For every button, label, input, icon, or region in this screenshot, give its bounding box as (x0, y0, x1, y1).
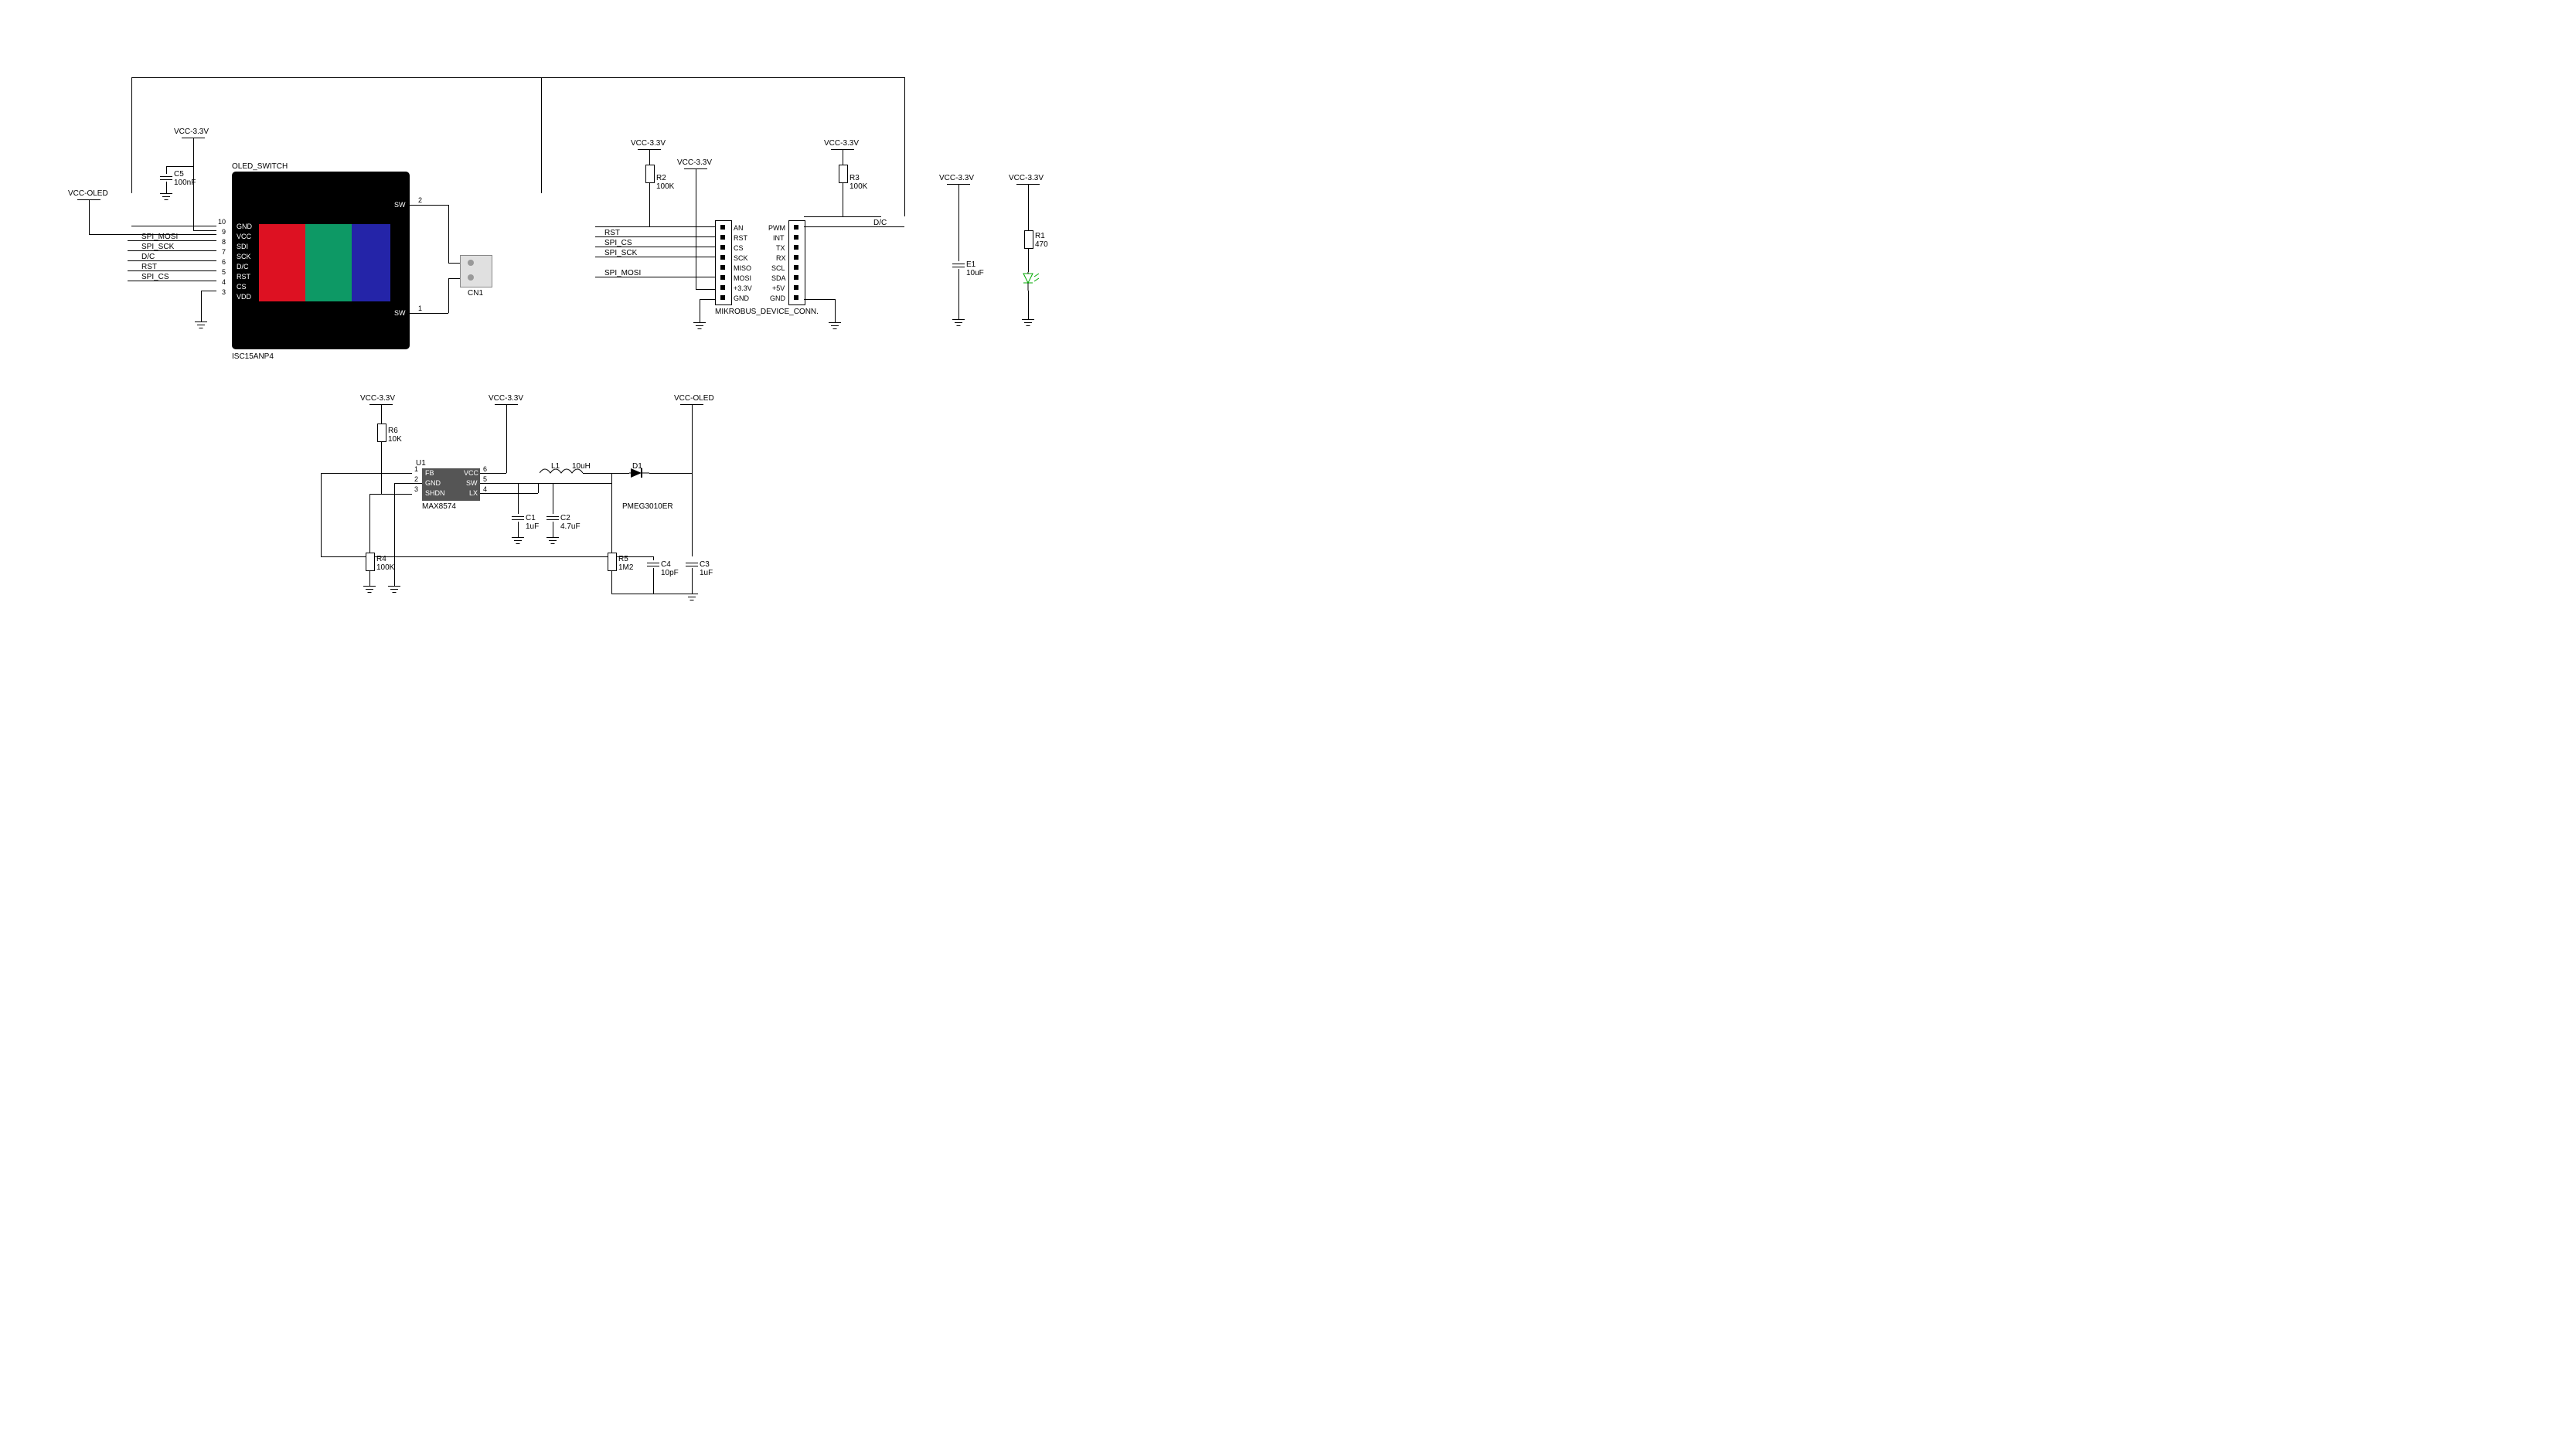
c5-val: 100nF (174, 179, 196, 187)
cn1-label: CN1 (468, 289, 483, 298)
cap-c1 (512, 514, 524, 522)
resistor-r2 (645, 165, 655, 183)
net-vcc-oled: VCC-OLED (68, 189, 108, 198)
oled-title: OLED_SWITCH (232, 162, 288, 171)
led-icon (1020, 272, 1044, 291)
resistor-r1 (1024, 230, 1033, 249)
connector-cn1 (460, 255, 492, 287)
cap-e1 (952, 261, 965, 269)
cap-c4 (647, 560, 659, 568)
bracket-top (131, 77, 904, 78)
mikrobus-title: MIKROBUS_DEVICE_CONN. (715, 308, 819, 316)
cap-c3 (686, 560, 698, 568)
cap-c5 (160, 174, 172, 182)
net-vcc33-mb1: VCC-3.3V (631, 139, 666, 148)
resistor-r6 (377, 424, 386, 442)
mikrobus-left (715, 220, 732, 305)
resistor-r3 (839, 165, 848, 183)
resistor-r4 (366, 553, 375, 571)
cap-c2 (546, 514, 559, 522)
c5-ref: C5 (174, 170, 184, 179)
resistor-r5 (608, 553, 617, 571)
net-vcc33-mb2: VCC-3.3V (824, 139, 859, 148)
net-vcc33-c5: VCC-3.3V (174, 128, 209, 136)
mikrobus-right (788, 220, 805, 305)
oled-part: ISC15ANP4 (232, 352, 274, 361)
net-vcc33-mb3: VCC-3.3V (677, 158, 712, 167)
